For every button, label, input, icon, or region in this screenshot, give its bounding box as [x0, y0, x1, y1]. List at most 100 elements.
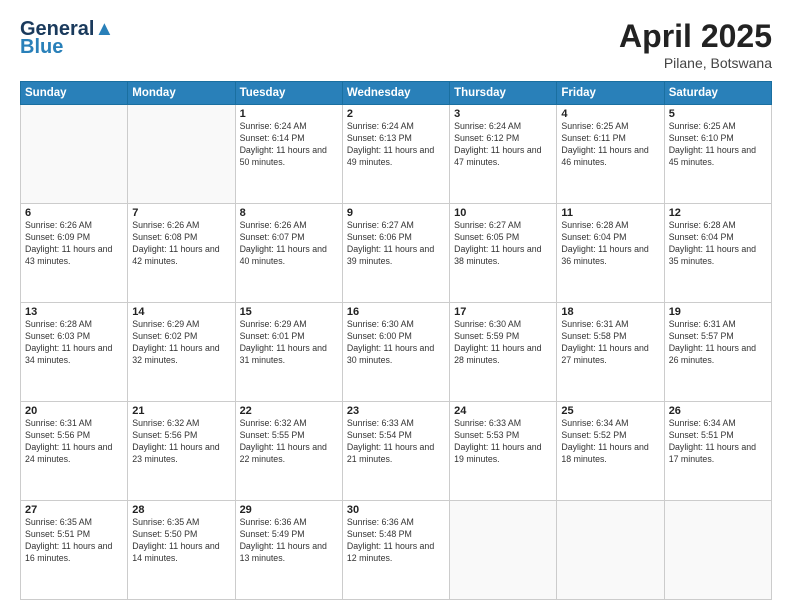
calendar-cell: 11Sunrise: 6:28 AMSunset: 6:04 PMDayligh…: [557, 204, 664, 303]
weekday-header: Tuesday: [235, 82, 342, 105]
day-info: Sunrise: 6:35 AMSunset: 5:50 PMDaylight:…: [132, 517, 230, 565]
calendar-cell: 27Sunrise: 6:35 AMSunset: 5:51 PMDayligh…: [21, 501, 128, 600]
calendar-cell: 4Sunrise: 6:25 AMSunset: 6:11 PMDaylight…: [557, 105, 664, 204]
calendar-cell: 18Sunrise: 6:31 AMSunset: 5:58 PMDayligh…: [557, 303, 664, 402]
calendar-cell: 30Sunrise: 6:36 AMSunset: 5:48 PMDayligh…: [342, 501, 449, 600]
weekday-header: Friday: [557, 82, 664, 105]
calendar-cell: 1Sunrise: 6:24 AMSunset: 6:14 PMDaylight…: [235, 105, 342, 204]
calendar-cell: 24Sunrise: 6:33 AMSunset: 5:53 PMDayligh…: [450, 402, 557, 501]
day-number: 25: [561, 405, 659, 417]
calendar-cell: 14Sunrise: 6:29 AMSunset: 6:02 PMDayligh…: [128, 303, 235, 402]
day-info: Sunrise: 6:25 AMSunset: 6:10 PMDaylight:…: [669, 121, 767, 169]
calendar-cell: 25Sunrise: 6:34 AMSunset: 5:52 PMDayligh…: [557, 402, 664, 501]
day-info: Sunrise: 6:24 AMSunset: 6:14 PMDaylight:…: [240, 121, 338, 169]
day-number: 15: [240, 306, 338, 318]
calendar-cell: 23Sunrise: 6:33 AMSunset: 5:54 PMDayligh…: [342, 402, 449, 501]
calendar-cell: 6Sunrise: 6:26 AMSunset: 6:09 PMDaylight…: [21, 204, 128, 303]
day-info: Sunrise: 6:34 AMSunset: 5:51 PMDaylight:…: [669, 418, 767, 466]
month-year: April 2025: [619, 18, 772, 55]
day-info: Sunrise: 6:26 AMSunset: 6:08 PMDaylight:…: [132, 220, 230, 268]
day-info: Sunrise: 6:24 AMSunset: 6:12 PMDaylight:…: [454, 121, 552, 169]
calendar-cell: 22Sunrise: 6:32 AMSunset: 5:55 PMDayligh…: [235, 402, 342, 501]
day-info: Sunrise: 6:30 AMSunset: 6:00 PMDaylight:…: [347, 319, 445, 367]
calendar-cell: [450, 501, 557, 600]
day-info: Sunrise: 6:31 AMSunset: 5:56 PMDaylight:…: [25, 418, 123, 466]
day-info: Sunrise: 6:27 AMSunset: 6:05 PMDaylight:…: [454, 220, 552, 268]
header: General▲ Blue April 2025 Pilane, Botswan…: [20, 18, 772, 71]
page: General▲ Blue April 2025 Pilane, Botswan…: [0, 0, 792, 612]
day-info: Sunrise: 6:24 AMSunset: 6:13 PMDaylight:…: [347, 121, 445, 169]
day-number: 24: [454, 405, 552, 417]
day-number: 12: [669, 207, 767, 219]
calendar-cell: [128, 105, 235, 204]
day-number: 3: [454, 108, 552, 120]
day-info: Sunrise: 6:26 AMSunset: 6:07 PMDaylight:…: [240, 220, 338, 268]
calendar-cell: 26Sunrise: 6:34 AMSunset: 5:51 PMDayligh…: [664, 402, 771, 501]
day-number: 28: [132, 504, 230, 516]
logo: General▲ Blue: [20, 18, 114, 59]
weekday-header: Saturday: [664, 82, 771, 105]
day-info: Sunrise: 6:34 AMSunset: 5:52 PMDaylight:…: [561, 418, 659, 466]
day-info: Sunrise: 6:31 AMSunset: 5:57 PMDaylight:…: [669, 319, 767, 367]
weekday-header: Monday: [128, 82, 235, 105]
day-number: 21: [132, 405, 230, 417]
day-info: Sunrise: 6:32 AMSunset: 5:56 PMDaylight:…: [132, 418, 230, 466]
calendar-cell: 10Sunrise: 6:27 AMSunset: 6:05 PMDayligh…: [450, 204, 557, 303]
weekday-header: Thursday: [450, 82, 557, 105]
day-number: 8: [240, 207, 338, 219]
title-block: April 2025 Pilane, Botswana: [619, 18, 772, 71]
calendar-cell: 21Sunrise: 6:32 AMSunset: 5:56 PMDayligh…: [128, 402, 235, 501]
day-number: 6: [25, 207, 123, 219]
calendar-table: SundayMondayTuesdayWednesdayThursdayFrid…: [20, 81, 772, 600]
calendar-cell: 7Sunrise: 6:26 AMSunset: 6:08 PMDaylight…: [128, 204, 235, 303]
calendar-cell: [664, 501, 771, 600]
day-info: Sunrise: 6:28 AMSunset: 6:04 PMDaylight:…: [669, 220, 767, 268]
calendar-cell: 28Sunrise: 6:35 AMSunset: 5:50 PMDayligh…: [128, 501, 235, 600]
day-info: Sunrise: 6:35 AMSunset: 5:51 PMDaylight:…: [25, 517, 123, 565]
day-info: Sunrise: 6:33 AMSunset: 5:53 PMDaylight:…: [454, 418, 552, 466]
day-number: 13: [25, 306, 123, 318]
weekday-header: Wednesday: [342, 82, 449, 105]
calendar-cell: 20Sunrise: 6:31 AMSunset: 5:56 PMDayligh…: [21, 402, 128, 501]
calendar-cell: [21, 105, 128, 204]
day-info: Sunrise: 6:32 AMSunset: 5:55 PMDaylight:…: [240, 418, 338, 466]
day-info: Sunrise: 6:36 AMSunset: 5:48 PMDaylight:…: [347, 517, 445, 565]
day-info: Sunrise: 6:33 AMSunset: 5:54 PMDaylight:…: [347, 418, 445, 466]
day-info: Sunrise: 6:36 AMSunset: 5:49 PMDaylight:…: [240, 517, 338, 565]
calendar-cell: [557, 501, 664, 600]
calendar-cell: 8Sunrise: 6:26 AMSunset: 6:07 PMDaylight…: [235, 204, 342, 303]
calendar-cell: 17Sunrise: 6:30 AMSunset: 5:59 PMDayligh…: [450, 303, 557, 402]
day-number: 11: [561, 207, 659, 219]
weekday-header: Sunday: [21, 82, 128, 105]
day-info: Sunrise: 6:31 AMSunset: 5:58 PMDaylight:…: [561, 319, 659, 367]
location: Pilane, Botswana: [619, 55, 772, 71]
day-info: Sunrise: 6:30 AMSunset: 5:59 PMDaylight:…: [454, 319, 552, 367]
day-number: 17: [454, 306, 552, 318]
day-number: 19: [669, 306, 767, 318]
day-number: 14: [132, 306, 230, 318]
calendar-cell: 16Sunrise: 6:30 AMSunset: 6:00 PMDayligh…: [342, 303, 449, 402]
day-number: 9: [347, 207, 445, 219]
day-info: Sunrise: 6:28 AMSunset: 6:03 PMDaylight:…: [25, 319, 123, 367]
day-number: 27: [25, 504, 123, 516]
day-number: 20: [25, 405, 123, 417]
day-number: 4: [561, 108, 659, 120]
day-number: 26: [669, 405, 767, 417]
day-info: Sunrise: 6:27 AMSunset: 6:06 PMDaylight:…: [347, 220, 445, 268]
calendar-cell: 29Sunrise: 6:36 AMSunset: 5:49 PMDayligh…: [235, 501, 342, 600]
day-info: Sunrise: 6:26 AMSunset: 6:09 PMDaylight:…: [25, 220, 123, 268]
day-number: 10: [454, 207, 552, 219]
day-number: 2: [347, 108, 445, 120]
calendar-cell: 15Sunrise: 6:29 AMSunset: 6:01 PMDayligh…: [235, 303, 342, 402]
calendar-cell: 19Sunrise: 6:31 AMSunset: 5:57 PMDayligh…: [664, 303, 771, 402]
calendar-cell: 3Sunrise: 6:24 AMSunset: 6:12 PMDaylight…: [450, 105, 557, 204]
day-number: 29: [240, 504, 338, 516]
calendar-cell: 12Sunrise: 6:28 AMSunset: 6:04 PMDayligh…: [664, 204, 771, 303]
calendar-cell: 9Sunrise: 6:27 AMSunset: 6:06 PMDaylight…: [342, 204, 449, 303]
day-info: Sunrise: 6:25 AMSunset: 6:11 PMDaylight:…: [561, 121, 659, 169]
day-number: 22: [240, 405, 338, 417]
day-number: 16: [347, 306, 445, 318]
day-info: Sunrise: 6:29 AMSunset: 6:02 PMDaylight:…: [132, 319, 230, 367]
calendar-cell: 5Sunrise: 6:25 AMSunset: 6:10 PMDaylight…: [664, 105, 771, 204]
calendar-cell: 2Sunrise: 6:24 AMSunset: 6:13 PMDaylight…: [342, 105, 449, 204]
